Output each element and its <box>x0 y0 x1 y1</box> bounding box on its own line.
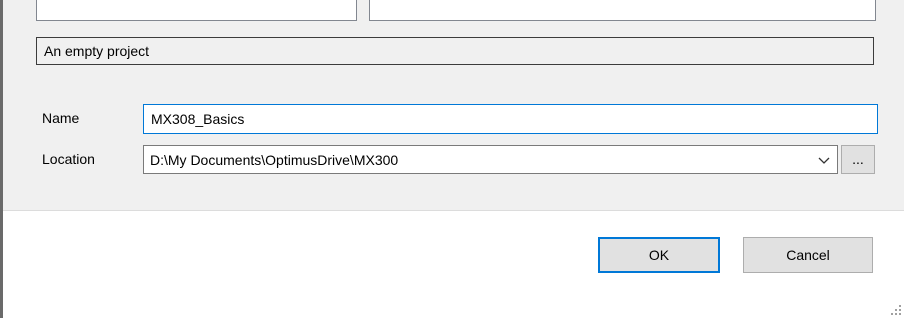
chevron-down-icon[interactable] <box>817 153 831 167</box>
project-settings-panel: An empty project Name Location D:\My Doc… <box>3 0 904 210</box>
templates-list[interactable] <box>369 0 876 21</box>
browse-button[interactable]: ... <box>841 145 875 174</box>
location-value: D:\My Documents\OptimusDrive\MX300 <box>150 152 399 168</box>
ok-button[interactable]: OK <box>598 237 720 273</box>
location-combobox[interactable]: D:\My Documents\OptimusDrive\MX300 <box>143 145 838 174</box>
template-description-text: An empty project <box>44 43 150 59</box>
project-name-input[interactable] <box>143 104 878 134</box>
name-label: Name <box>42 110 80 126</box>
project-types-list[interactable] <box>36 0 357 21</box>
cancel-button[interactable]: Cancel <box>743 237 873 273</box>
template-description: An empty project <box>36 37 874 65</box>
size-grip-icon[interactable] <box>888 302 902 316</box>
location-label: Location <box>42 151 95 167</box>
panel-divider <box>3 210 904 211</box>
